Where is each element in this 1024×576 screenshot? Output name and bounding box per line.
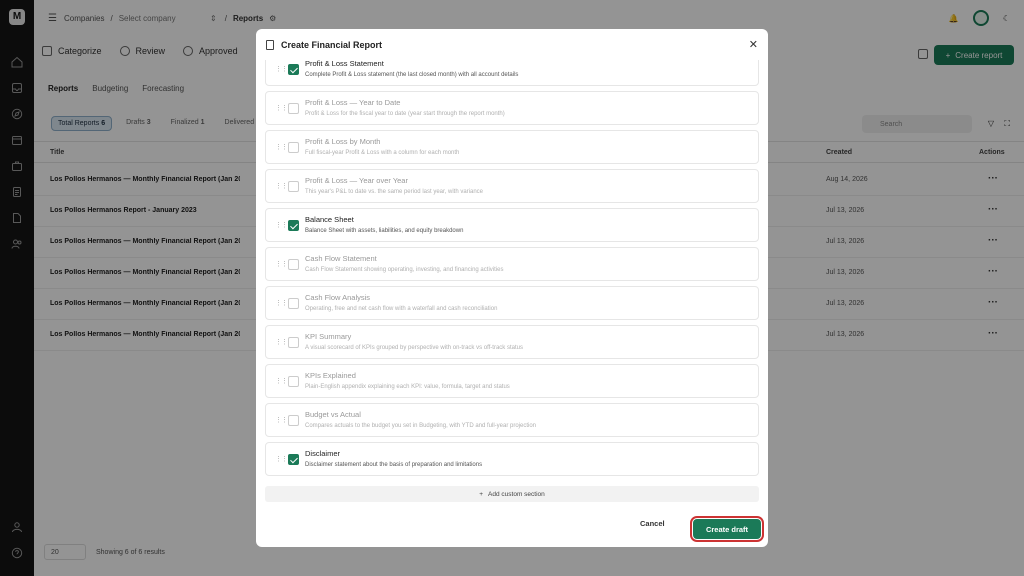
cancel-button[interactable]: Cancel <box>640 519 665 528</box>
section-checkbox[interactable] <box>288 259 299 270</box>
section-description: Profit & Loss for the fiscal year to dat… <box>305 111 505 117</box>
section-description: Disclaimer statement about the basis of … <box>305 462 483 468</box>
plus-icon: + <box>479 490 484 498</box>
section-title: Profit & Loss Statement <box>305 60 384 68</box>
add-custom-section-label: Add custom section <box>488 490 545 498</box>
section-checkbox[interactable] <box>288 103 299 114</box>
section-title: KPIs Explained <box>305 371 356 380</box>
section-title: Profit & Loss by Month <box>305 137 381 146</box>
section-description: This year's P&L to date vs. the same per… <box>305 189 484 195</box>
drag-handle-icon[interactable]: ⋮⋮ <box>275 143 288 151</box>
create-report-dialog: Create Financial Report ✕ ⋮⋮ Profit & Los… <box>256 29 768 547</box>
section-checkbox[interactable] <box>288 337 299 348</box>
section-card[interactable]: ⋮⋮ Profit & Loss by Month Full fiscal-year… <box>265 130 759 164</box>
section-checkbox[interactable] <box>288 64 299 75</box>
section-card[interactable]: ⋮⋮ Profit & Loss — Year to Date Profit & L… <box>265 91 759 125</box>
section-checkbox[interactable] <box>288 142 299 153</box>
section-checkbox[interactable] <box>288 376 299 387</box>
section-card[interactable]: ⋮⋮ Profit & Loss Statement Complete Profit… <box>265 60 759 86</box>
dialog-title: Create Financial Report <box>281 39 383 50</box>
section-card[interactable]: ⋮⋮ Profit & Loss — Year over Year This yea… <box>265 169 759 203</box>
section-card[interactable]: ⋮⋮ Disclaimer Disclaimer statement about t… <box>265 442 759 476</box>
section-card[interactable]: ⋮⋮ KPIs Explained Plain-English appendix e… <box>265 364 759 398</box>
section-description: Balance Sheet with assets, liabilities, … <box>305 228 464 234</box>
drag-handle-icon[interactable]: ⋮⋮ <box>275 182 288 190</box>
section-description: A visual scorecard of KPIs grouped by pe… <box>305 345 523 351</box>
section-description: Plain-English appendix explaining each K… <box>305 384 510 390</box>
section-title: Profit & Loss — Year over Year <box>305 176 408 185</box>
drag-handle-icon[interactable]: ⋮⋮ <box>275 416 288 424</box>
drag-handle-icon[interactable]: ⋮⋮ <box>275 299 288 307</box>
section-description: Full fiscal-year Profit & Loss with a co… <box>305 150 460 156</box>
section-list: ⋮⋮ Profit & Loss Statement Complete Profit… <box>256 60 768 502</box>
section-description: Cash Flow Statement showing operating, i… <box>305 267 504 273</box>
dialog-header: Create Financial Report <box>256 29 768 60</box>
section-card[interactable]: ⋮⋮ Cash Flow Analysis Operating, free and … <box>265 286 759 320</box>
create-draft-button[interactable]: Create draft <box>690 516 764 542</box>
document-icon <box>266 39 274 50</box>
section-card[interactable]: ⋮⋮ Balance Sheet Balance Sheet with assets… <box>265 208 759 242</box>
add-custom-section-button[interactable]: + Add custom section <box>265 486 759 502</box>
section-title: Cash Flow Analysis <box>305 293 371 302</box>
close-icon[interactable]: ✕ <box>749 38 758 51</box>
section-card[interactable]: ⋮⋮ Cash Flow Statement Cash Flow Statement… <box>265 247 759 281</box>
drag-handle-icon[interactable]: ⋮⋮ <box>275 65 288 73</box>
section-title: Balance Sheet <box>305 215 354 224</box>
section-checkbox[interactable] <box>288 454 299 465</box>
drag-handle-icon[interactable]: ⋮⋮ <box>275 104 288 112</box>
section-title: KPI Summary <box>305 332 352 341</box>
section-title: Budget vs Actual <box>305 410 361 419</box>
section-checkbox[interactable] <box>288 298 299 309</box>
section-checkbox[interactable] <box>288 181 299 192</box>
drag-handle-icon[interactable]: ⋮⋮ <box>275 455 288 463</box>
drag-handle-icon[interactable]: ⋮⋮ <box>275 221 288 229</box>
section-card[interactable]: ⋮⋮ KPI Summary A visual scorecard of KPIs … <box>265 325 759 359</box>
drag-handle-icon[interactable]: ⋮⋮ <box>275 260 288 268</box>
section-checkbox[interactable] <box>288 415 299 426</box>
section-checkbox[interactable] <box>288 220 299 231</box>
section-description: Operating, free and net cash flow with a… <box>305 306 498 312</box>
section-title: Disclaimer <box>305 449 341 458</box>
drag-handle-icon[interactable]: ⋮⋮ <box>275 377 288 385</box>
section-title: Profit & Loss — Year to Date <box>305 98 401 107</box>
section-description: Complete Profit & Loss statement (the la… <box>305 72 519 78</box>
section-description: Compares actuals to the budget you set i… <box>305 423 537 429</box>
dialog-footer: Cancel <box>256 509 768 547</box>
section-title: Cash Flow Statement <box>305 254 377 263</box>
section-card[interactable]: ⋮⋮ Budget vs Actual Compares actuals to th… <box>265 403 759 437</box>
drag-handle-icon[interactable]: ⋮⋮ <box>275 338 288 346</box>
